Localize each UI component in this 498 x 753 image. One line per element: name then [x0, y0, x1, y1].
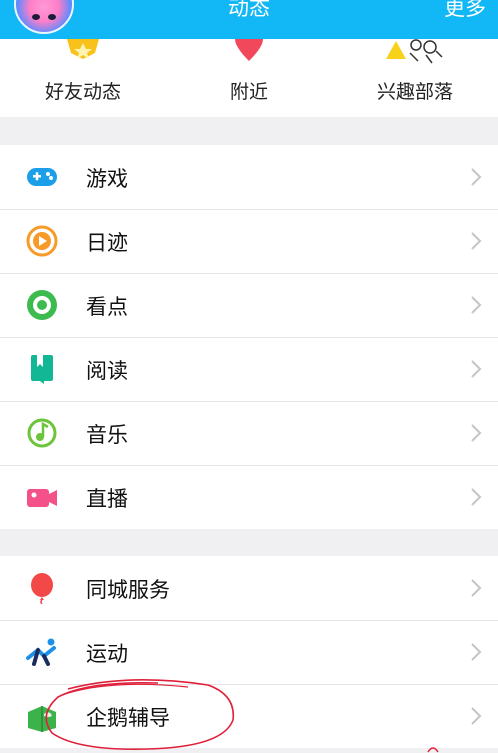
- chevron-right-icon: [471, 360, 482, 378]
- chevron-right-icon: [471, 707, 482, 725]
- list-item-games[interactable]: 游戏: [0, 145, 498, 209]
- gamepad-icon: [27, 168, 57, 186]
- chevron-right-icon: [471, 579, 482, 597]
- list-item-label: 运动: [86, 642, 128, 666]
- chevron-right-icon: [471, 296, 482, 314]
- running-icon: [26, 638, 56, 666]
- list-item-label: 直播: [86, 487, 128, 511]
- list-item-music[interactable]: 音乐: [0, 401, 498, 465]
- list-item-label: 游戏: [86, 167, 128, 191]
- list-item-label: 阅读: [86, 359, 128, 383]
- tutoring-icon: [28, 706, 56, 732]
- list-item-reading[interactable]: 阅读: [0, 337, 498, 401]
- list-item-label: 看点: [86, 295, 128, 319]
- quick-interest-tribe[interactable]: 兴趣部落: [332, 39, 498, 117]
- list-item-sports[interactable]: 运动: [0, 620, 498, 684]
- star-badge-icon: [67, 39, 99, 59]
- quick-friends-feed[interactable]: 好友动态: [0, 39, 166, 117]
- chevron-right-icon: [471, 168, 482, 186]
- quick-nearby[interactable]: 附近: [166, 39, 332, 117]
- list-item-penguin-tutoring[interactable]: 企鹅辅导: [0, 684, 498, 748]
- quick-label: 兴趣部落: [376, 81, 453, 103]
- list-item-daily-trace[interactable]: 日迹: [0, 209, 498, 273]
- page-title: 动态: [228, 0, 270, 20]
- list-item-highlights[interactable]: 看点: [0, 273, 498, 337]
- quick-actions-row: 好友动态 附近 兴趣部落: [0, 39, 498, 117]
- chevron-right-icon: [471, 232, 482, 250]
- play-circle-icon: [26, 225, 58, 257]
- more-button[interactable]: 更多: [444, 0, 486, 22]
- list-item-city-services[interactable]: 同城服务: [0, 556, 498, 620]
- list-item-live[interactable]: 直播: [0, 465, 498, 529]
- list-item-label: 音乐: [86, 423, 128, 447]
- feature-list-secondary: 同城服务 运动 企鹅辅导: [0, 556, 498, 748]
- list-item-label: 日迹: [86, 231, 128, 255]
- chevron-right-icon: [471, 424, 482, 442]
- tribe-icon: [386, 39, 443, 64]
- feature-list-primary: 游戏 日迹 看点 阅读 音乐 直播: [0, 145, 498, 529]
- list-item-label: 同城服务: [86, 578, 170, 602]
- balloon-icon: [31, 573, 53, 604]
- top-bar: 动态 更多: [0, 0, 498, 39]
- chevron-right-icon: [471, 488, 482, 506]
- list-item-label: 企鹅辅导: [86, 706, 170, 730]
- book-icon: [31, 355, 53, 384]
- video-camera-icon: [27, 489, 57, 507]
- quick-label: 附近: [229, 81, 268, 103]
- music-note-icon: [27, 418, 57, 448]
- location-pin-icon: [235, 39, 263, 61]
- eye-icon: [27, 290, 57, 320]
- chevron-right-icon: [471, 643, 482, 661]
- quick-label: 好友动态: [44, 81, 121, 103]
- annotation-mark: [427, 747, 439, 753]
